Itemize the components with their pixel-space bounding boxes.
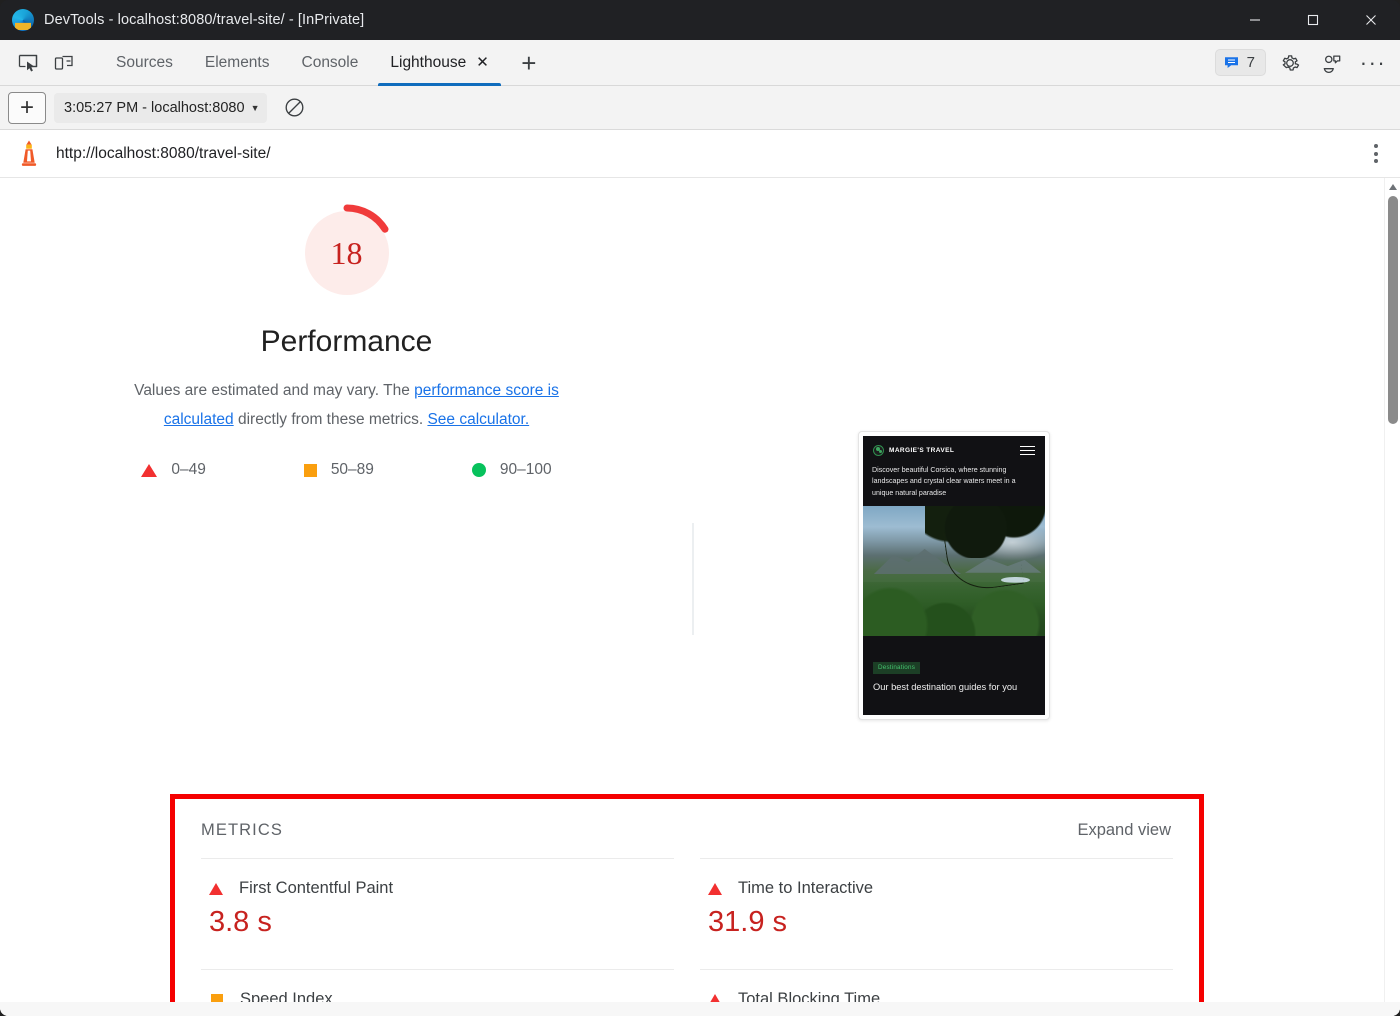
legend-label: 90–100 xyxy=(500,461,552,479)
inspect-element-icon[interactable] xyxy=(10,47,46,79)
triangle-icon xyxy=(708,883,722,895)
device-toolbar-icon[interactable] xyxy=(46,47,82,79)
edge-logo-icon xyxy=(12,9,34,31)
issues-icon xyxy=(1223,54,1240,71)
more-options-icon[interactable]: ··· xyxy=(1356,48,1390,78)
site-hero-text: Discover beautiful Corsica, where stunni… xyxy=(863,460,1045,506)
tab-console[interactable]: Console xyxy=(286,40,375,86)
report-select[interactable]: 3:05:27 PM - localhost:8080 ▼ xyxy=(54,93,267,123)
metric-value: 31.9 s xyxy=(700,906,1173,939)
report-url-bar: http://localhost:8080/travel-site/ xyxy=(0,130,1400,178)
tab-label: Sources xyxy=(116,54,173,72)
legend-item-pass: 90–100 xyxy=(472,461,552,479)
metrics-title: METRICS xyxy=(201,821,283,840)
legend-item-fail: 0–49 xyxy=(141,461,205,479)
tab-label: Lighthouse xyxy=(390,54,466,72)
page-title: Performance xyxy=(261,325,433,359)
title-bar: DevTools - localhost:8080/travel-site/ -… xyxy=(0,0,1400,40)
globe-icon xyxy=(873,445,884,456)
gauge-score: 18 xyxy=(297,203,397,303)
metrics-grid: First Contentful Paint 3.8 s Time to Int… xyxy=(201,858,1173,1016)
close-tab-icon[interactable]: ✕ xyxy=(476,55,489,70)
performance-gauge: 18 xyxy=(297,203,397,303)
customize-devtools-icon[interactable] xyxy=(1314,47,1350,79)
add-tab-icon[interactable]: + xyxy=(513,47,545,79)
hero-divider xyxy=(692,523,694,635)
score-legend: 0–49 50–89 90–100 xyxy=(141,461,551,479)
hero-description: Values are estimated and may vary. The p… xyxy=(117,377,577,434)
close-button[interactable] xyxy=(1342,0,1400,40)
site-nav: MARGIE'S TRAVEL xyxy=(863,436,1045,460)
lighthouse-icon xyxy=(16,139,42,169)
legend-label: 50–89 xyxy=(331,461,374,479)
issues-count: 7 xyxy=(1247,54,1255,71)
report-url: http://localhost:8080/travel-site/ xyxy=(56,145,271,163)
metrics-header: METRICS Expand view xyxy=(201,821,1173,840)
site-brand: MARGIE'S TRAVEL xyxy=(873,445,954,456)
expand-view-toggle[interactable]: Expand view xyxy=(1077,821,1171,840)
tab-lighthouse[interactable]: Lighthouse ✕ xyxy=(374,40,504,86)
chevron-down-icon: ▼ xyxy=(251,103,260,113)
legend-item-average: 50–89 xyxy=(304,461,374,479)
tab-elements[interactable]: Elements xyxy=(189,40,286,86)
gear-icon[interactable] xyxy=(1272,47,1308,79)
window-controls xyxy=(1226,0,1400,40)
final-screenshot: MARGIE'S TRAVEL Discover beautiful Corsi… xyxy=(858,431,1050,720)
triangle-icon xyxy=(209,883,223,895)
metric-value: 3.8 s xyxy=(201,906,674,939)
square-icon xyxy=(304,464,317,477)
metric-time-to-interactive[interactable]: Time to Interactive 31.9 s xyxy=(700,858,1173,969)
tabbar-actions: 7 ··· xyxy=(1215,47,1390,79)
tab-label: Elements xyxy=(205,54,270,72)
metric-first-contentful-paint[interactable]: First Contentful Paint 3.8 s xyxy=(201,858,674,969)
tab-list: Sources Elements Console Lighthouse ✕ + xyxy=(100,40,545,86)
lighthouse-toolbar: + 3:05:27 PM - localhost:8080 ▼ xyxy=(0,86,1400,130)
site-badge: Destinations xyxy=(873,662,920,674)
tab-label: Console xyxy=(302,54,359,72)
maximize-button[interactable] xyxy=(1284,0,1342,40)
devtools-window: DevTools - localhost:8080/travel-site/ -… xyxy=(0,0,1400,1016)
report-hero: 18 Performance Values are estimated and … xyxy=(0,178,1400,548)
see-calculator-link[interactable]: See calculator. xyxy=(427,411,529,428)
triangle-icon xyxy=(141,464,157,477)
lighthouse-report: 18 Performance Values are estimated and … xyxy=(0,178,1400,1016)
site-hero-photo xyxy=(863,506,1045,636)
devtools-pane: Sources Elements Console Lighthouse ✕ + xyxy=(0,40,1400,1016)
circle-icon xyxy=(472,463,486,477)
horizontal-scrollbar[interactable] xyxy=(0,1002,1400,1016)
report-select-value: 3:05:27 PM - localhost:8080 xyxy=(64,100,245,116)
site-footer-text: Our best destination guides for you xyxy=(873,681,1035,694)
issues-button[interactable]: 7 xyxy=(1215,49,1266,76)
scrollbar-thumb[interactable] xyxy=(1388,196,1398,424)
scroll-up-arrow-icon[interactable] xyxy=(1385,178,1400,195)
vertical-scrollbar[interactable] xyxy=(1384,178,1400,1016)
desc-part-1: Values are estimated and may vary. The xyxy=(134,382,414,399)
metric-label: First Contentful Paint xyxy=(239,879,393,898)
new-report-button[interactable]: + xyxy=(8,92,46,124)
hamburger-icon xyxy=(1020,446,1035,456)
metric-label: Time to Interactive xyxy=(738,879,873,898)
clear-all-icon[interactable] xyxy=(277,93,311,123)
site-footer-block: Destinations Our best destination guides… xyxy=(863,636,1045,694)
final-screenshot-image: MARGIE'S TRAVEL Discover beautiful Corsi… xyxy=(863,436,1045,715)
devtools-tabbar: Sources Elements Console Lighthouse ✕ + xyxy=(0,40,1400,86)
window-title: DevTools - localhost:8080/travel-site/ -… xyxy=(44,12,364,28)
performance-category: 18 Performance Values are estimated and … xyxy=(0,178,693,548)
minimize-button[interactable] xyxy=(1226,0,1284,40)
tab-sources[interactable]: Sources xyxy=(100,40,189,86)
desc-part-2: directly from these metrics. xyxy=(234,411,428,428)
kebab-menu-icon[interactable] xyxy=(1374,144,1378,163)
legend-label: 0–49 xyxy=(171,461,205,479)
metrics-panel: METRICS Expand view First Contentful Pai… xyxy=(170,794,1204,1016)
site-brand-label: MARGIE'S TRAVEL xyxy=(889,447,954,454)
